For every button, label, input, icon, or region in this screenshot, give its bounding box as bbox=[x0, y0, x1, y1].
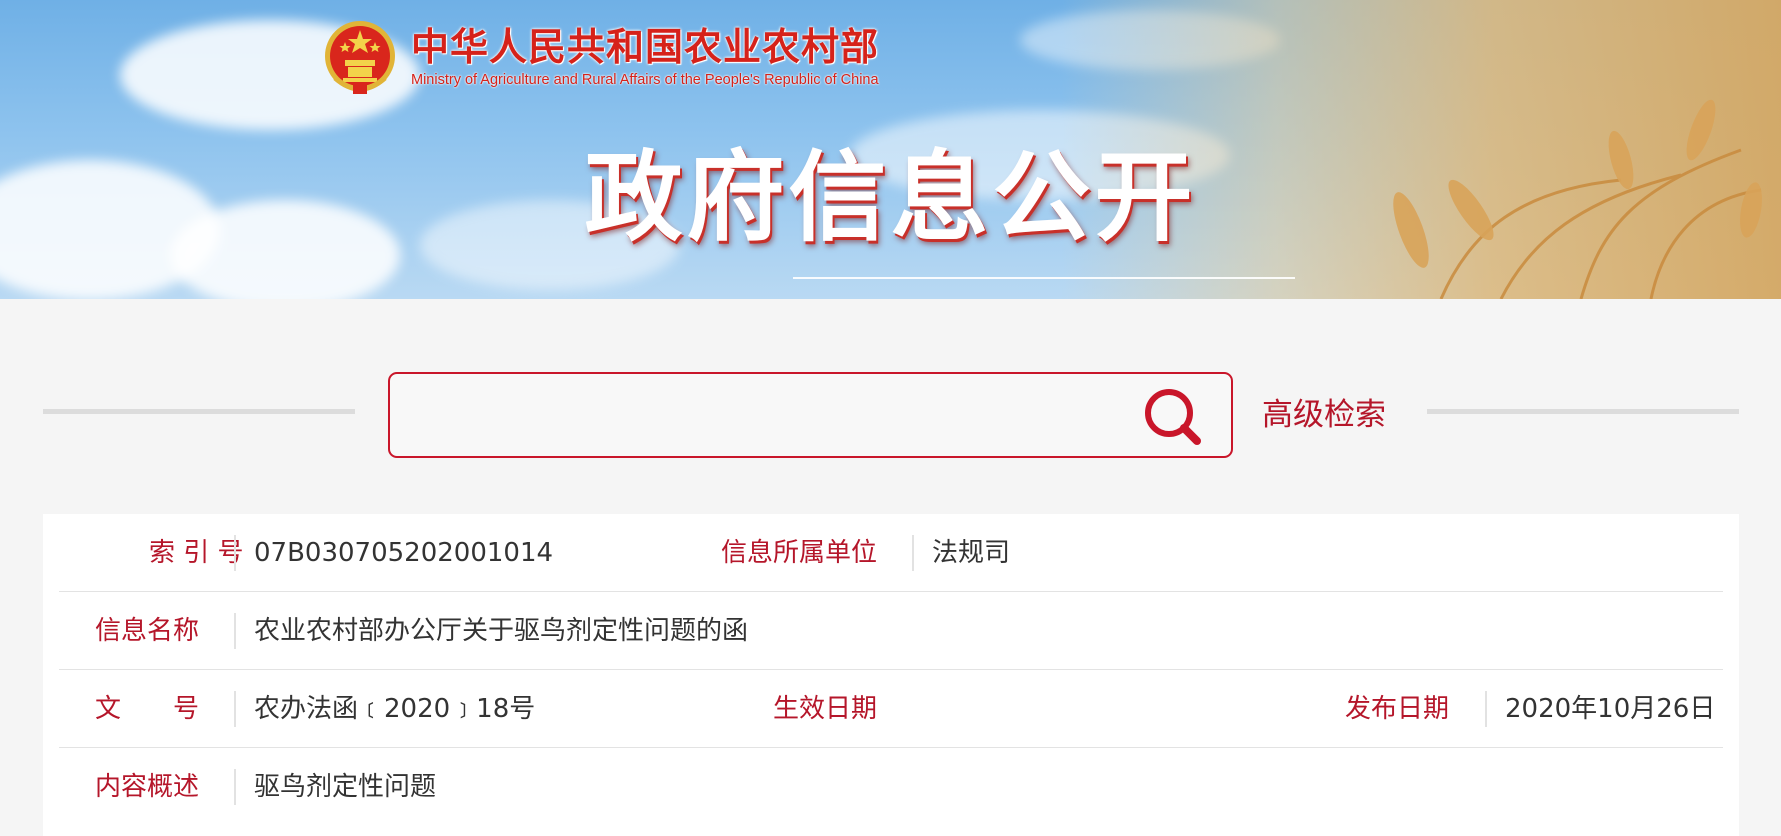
publish-date-label: 发布日期 bbox=[1345, 694, 1450, 724]
info-panel: 索 引 号 07B030705202001014 信息所属单位 法规司 信息名称… bbox=[43, 514, 1739, 836]
publish-date-value: 2020年10月26日 bbox=[1505, 694, 1716, 724]
search-button[interactable] bbox=[1142, 386, 1204, 448]
search-bar bbox=[388, 372, 1233, 458]
search-input[interactable] bbox=[404, 388, 1104, 442]
info-name-value: 农业农村部办公厅关于驱鸟剂定性问题的函 bbox=[254, 616, 749, 646]
column-divider bbox=[1485, 691, 1487, 727]
index-number-label: 索 引 号 bbox=[149, 538, 244, 568]
info-row-name: 信息名称 农业农村部办公厅关于驱鸟剂定性问题的函 bbox=[59, 592, 1723, 670]
column-divider bbox=[912, 535, 914, 571]
column-divider bbox=[234, 769, 236, 805]
column-divider bbox=[234, 691, 236, 727]
advanced-search-link[interactable]: 高级检索 bbox=[1262, 392, 1386, 438]
unit-label: 信息所属单位 bbox=[721, 538, 878, 568]
summary-value: 驱鸟剂定性问题 bbox=[254, 772, 437, 802]
doc-number-value: 农办法函﹝2020﹞18号 bbox=[254, 694, 536, 724]
column-divider bbox=[234, 535, 236, 571]
title-underline bbox=[793, 277, 1295, 279]
unit-value: 法规司 bbox=[932, 538, 1011, 568]
effective-date-label: 生效日期 bbox=[773, 694, 878, 724]
header-banner: 中华人民共和国农业农村部 Ministry of Agriculture and… bbox=[0, 0, 1781, 299]
info-row-index: 索 引 号 07B030705202001014 信息所属单位 法规司 bbox=[59, 514, 1723, 592]
ministry-name-cn: 中华人民共和国农业农村部 bbox=[411, 24, 880, 69]
info-row-summary: 内容概述 驱鸟剂定性问题 bbox=[59, 748, 1723, 826]
index-number-value: 07B030705202001014 bbox=[254, 538, 554, 568]
search-divider-right bbox=[1427, 409, 1739, 414]
info-row-doc: 文 号 农办法函﹝2020﹞18号 生效日期 发布日期 2020年10月26日 bbox=[59, 670, 1723, 748]
ministry-name-en: Ministry of Agriculture and Rural Affair… bbox=[411, 72, 879, 88]
summary-label: 内容概述 bbox=[95, 772, 200, 802]
info-name-label: 信息名称 bbox=[95, 616, 200, 646]
column-divider bbox=[234, 613, 236, 649]
national-emblem-icon bbox=[325, 21, 395, 94]
search-icon bbox=[1145, 389, 1201, 445]
search-divider-left bbox=[43, 409, 355, 414]
page-title: 政府信息公开 bbox=[584, 141, 1197, 255]
ministry-logo[interactable]: 中华人民共和国农业农村部 Ministry of Agriculture and… bbox=[323, 18, 879, 98]
doc-number-label: 文 号 bbox=[95, 694, 200, 724]
